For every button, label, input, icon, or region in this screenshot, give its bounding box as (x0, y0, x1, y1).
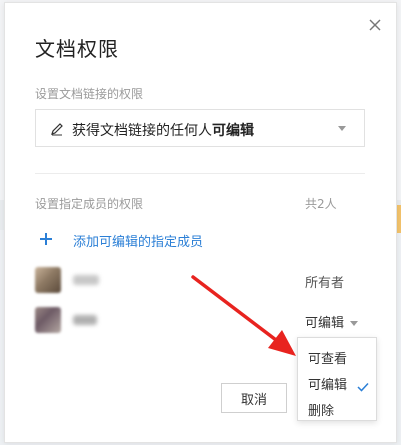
document-permission-dialog: 文档权限 设置文档链接的权限 获得文档链接的任何人可编辑 设置指定成员的权限 共… (4, 2, 397, 443)
link-permission-prefix: 获得文档链接的任何人 (72, 123, 212, 139)
permission-dropdown-menu: 可查看 可编辑 删除 (297, 337, 377, 421)
menu-item-edit[interactable]: 可编辑 (308, 374, 347, 393)
link-permission-label: 设置文档链接的权限 (35, 87, 144, 101)
chevron-down-icon (338, 126, 346, 131)
plus-icon (39, 231, 53, 245)
member-permission-value: 可编辑 (305, 316, 345, 331)
member-role: 所有者 (305, 276, 345, 291)
menu-item-view[interactable]: 可查看 (308, 348, 347, 367)
cancel-button[interactable]: 取消 (221, 383, 287, 413)
menu-item-delete[interactable]: 删除 (308, 400, 334, 419)
member-permission-label: 设置指定成员的权限 (35, 197, 144, 211)
close-icon[interactable] (367, 17, 383, 33)
link-permission-select[interactable]: 获得文档链接的任何人可编辑 (35, 109, 365, 147)
section-divider (35, 173, 365, 174)
dialog-title: 文档权限 (35, 37, 119, 61)
add-member-label: 添加可编辑的指定成员 (73, 235, 204, 250)
check-icon (357, 377, 369, 392)
pencil-icon (50, 121, 64, 136)
chevron-down-icon (350, 321, 359, 326)
member-permission-select[interactable]: 可编辑 (305, 312, 359, 331)
member-count: 共2人 (305, 197, 337, 211)
member-name-redacted (73, 315, 97, 325)
member-row: 可编辑 (35, 307, 365, 333)
link-permission-text: 获得文档链接的任何人可编辑 (72, 120, 254, 140)
member-name-redacted (73, 275, 99, 285)
link-permission-value: 可编辑 (212, 123, 254, 139)
avatar (35, 307, 61, 333)
avatar (35, 267, 61, 293)
member-row: 所有者 (35, 267, 365, 293)
